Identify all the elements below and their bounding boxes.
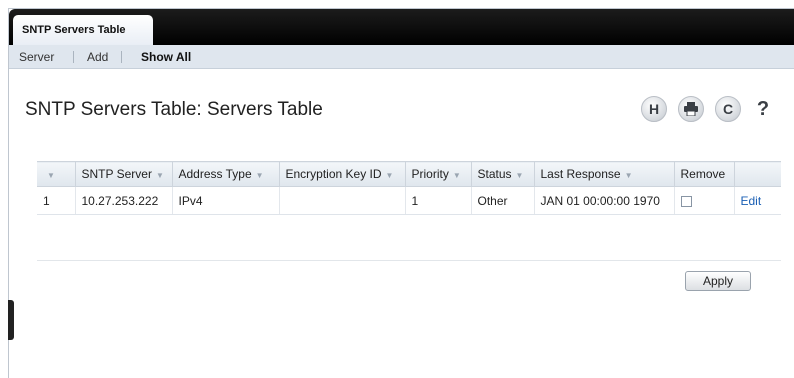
servers-table: ▼ SNTP Server ▼ Address Type ▼ Encryption …: [37, 161, 781, 215]
refresh-icon[interactable]: C: [715, 96, 741, 122]
subnav-server[interactable]: Server: [19, 50, 54, 64]
subnav-show-all[interactable]: Show All: [141, 50, 191, 64]
column-header-status[interactable]: Status ▼: [470, 161, 534, 187]
cell-sntp-server: 10.27.253.222: [74, 186, 172, 215]
section-divider: [37, 260, 781, 261]
cell-index: 1: [37, 186, 75, 215]
sort-icon[interactable]: ▼: [625, 171, 633, 180]
side-panel-handle[interactable]: [8, 300, 14, 340]
print-icon[interactable]: [678, 96, 704, 122]
subnav-separator: [121, 51, 122, 63]
table-row: 1 10.27.253.222 IPv4 1 Other JAN 01 00:0…: [37, 186, 781, 215]
apply-button[interactable]: Apply: [685, 271, 751, 291]
subnav-add[interactable]: Add: [87, 50, 108, 64]
column-header-last-response[interactable]: Last Response ▼: [533, 161, 674, 187]
subnav-separator: [73, 51, 74, 63]
cell-last-response: JAN 01 00:00:00 1970: [533, 186, 674, 215]
column-header-edit: [733, 161, 781, 187]
cell-edit: Edit: [733, 186, 781, 215]
remove-checkbox[interactable]: [680, 195, 692, 207]
column-header-address-type[interactable]: Address Type ▼: [171, 161, 279, 187]
column-header-encryption-key-id[interactable]: Encryption Key ID ▼: [278, 161, 405, 187]
column-header-index[interactable]: ▼: [37, 161, 75, 187]
sort-icon[interactable]: ▼: [386, 171, 394, 180]
cell-priority: 1: [404, 186, 471, 215]
column-header-sntp-server[interactable]: SNTP Server ▼: [74, 161, 172, 187]
edit-link[interactable]: Edit: [741, 194, 762, 208]
table-header-row: ▼ SNTP Server ▼ Address Type ▼ Encryption …: [37, 161, 781, 187]
cell-remove: [673, 186, 734, 215]
sort-icon[interactable]: ▼: [516, 171, 524, 180]
sub-navigation: Server Add Show All: [9, 45, 794, 69]
column-header-remove: Remove: [673, 161, 734, 187]
print-icon-glyph: [684, 102, 698, 116]
sort-icon[interactable]: ▼: [256, 171, 264, 180]
help-icon[interactable]: ?: [750, 96, 776, 122]
column-header-priority[interactable]: Priority ▼: [404, 161, 471, 187]
save-icon[interactable]: H: [641, 96, 667, 122]
sort-icon[interactable]: ▼: [47, 171, 55, 180]
content-frame: SNTP Servers Table Server Add Show All S…: [8, 8, 794, 378]
cell-status: Other: [470, 186, 534, 215]
sort-icon[interactable]: ▼: [156, 171, 164, 180]
cell-encryption-key-id: [278, 186, 405, 215]
tab-bar: SNTP Servers Table: [9, 9, 794, 45]
tab-sntp-servers-table[interactable]: SNTP Servers Table: [13, 15, 153, 45]
sort-icon[interactable]: ▼: [453, 171, 461, 180]
cell-address-type: IPv4: [171, 186, 279, 215]
page-title: SNTP Servers Table: Servers Table: [25, 99, 323, 120]
